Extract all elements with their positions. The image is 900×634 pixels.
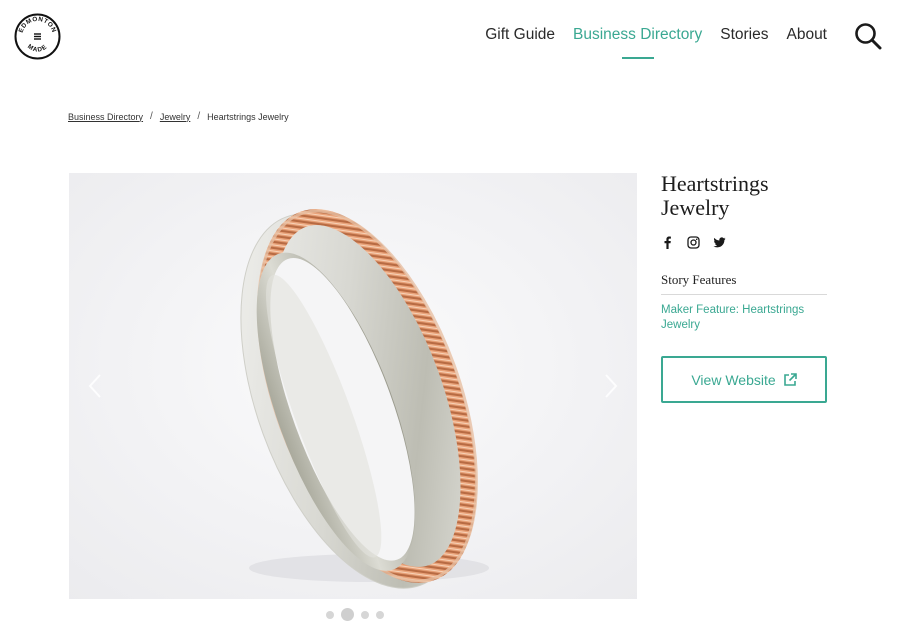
facebook-icon[interactable] — [661, 236, 674, 249]
main-nav: Gift Guide Business Directory Stories Ab… — [476, 26, 836, 44]
breadcrumb-separator: / — [150, 111, 153, 122]
breadcrumb-business-directory[interactable]: Business Directory — [68, 112, 143, 122]
nav-stories[interactable]: Stories — [711, 26, 777, 44]
business-sidebar: Heartstrings Jewelry Story Features Make… — [661, 172, 827, 403]
ring-image — [69, 173, 637, 599]
social-links — [661, 236, 827, 249]
nav-about[interactable]: About — [777, 26, 836, 44]
instagram-icon[interactable] — [687, 236, 700, 249]
carousel-dot[interactable] — [361, 610, 369, 619]
carousel-dots — [326, 608, 384, 621]
svg-text:MADE: MADE — [26, 43, 49, 54]
search-icon[interactable] — [854, 22, 882, 50]
nav-gift-guide[interactable]: Gift Guide — [476, 26, 564, 44]
external-link-icon — [783, 372, 797, 386]
story-feature-link[interactable]: Maker Feature: Heartstrings Jewelry — [661, 303, 827, 333]
breadcrumb-current: Heartstrings Jewelry — [207, 111, 289, 122]
carousel-prev-arrow-icon[interactable] — [85, 372, 105, 400]
view-website-label: View Website — [691, 371, 776, 388]
twitter-icon[interactable] — [713, 236, 726, 249]
carousel-dot[interactable] — [376, 610, 384, 619]
logo-text-bottom: MADE — [26, 43, 48, 54]
breadcrumb: Business Directory / Jewelry / Heartstri… — [68, 111, 289, 122]
breadcrumb-jewelry[interactable]: Jewelry — [160, 112, 191, 122]
product-image-carousel[interactable] — [69, 173, 637, 599]
menu-lines-icon — [34, 33, 41, 40]
carousel-dot-active[interactable] — [341, 608, 354, 621]
business-title: Heartstrings Jewelry — [661, 171, 769, 220]
story-features-heading: Story Features — [661, 272, 827, 295]
view-website-button[interactable]: View Website — [661, 356, 827, 403]
edmonton-made-logo[interactable]: EDMONTON MADE — [14, 13, 61, 60]
breadcrumb-separator: / — [197, 111, 201, 122]
nav-business-directory[interactable]: Business Directory — [564, 26, 711, 44]
carousel-dot[interactable] — [326, 610, 334, 619]
carousel-next-arrow-icon[interactable] — [601, 372, 621, 400]
